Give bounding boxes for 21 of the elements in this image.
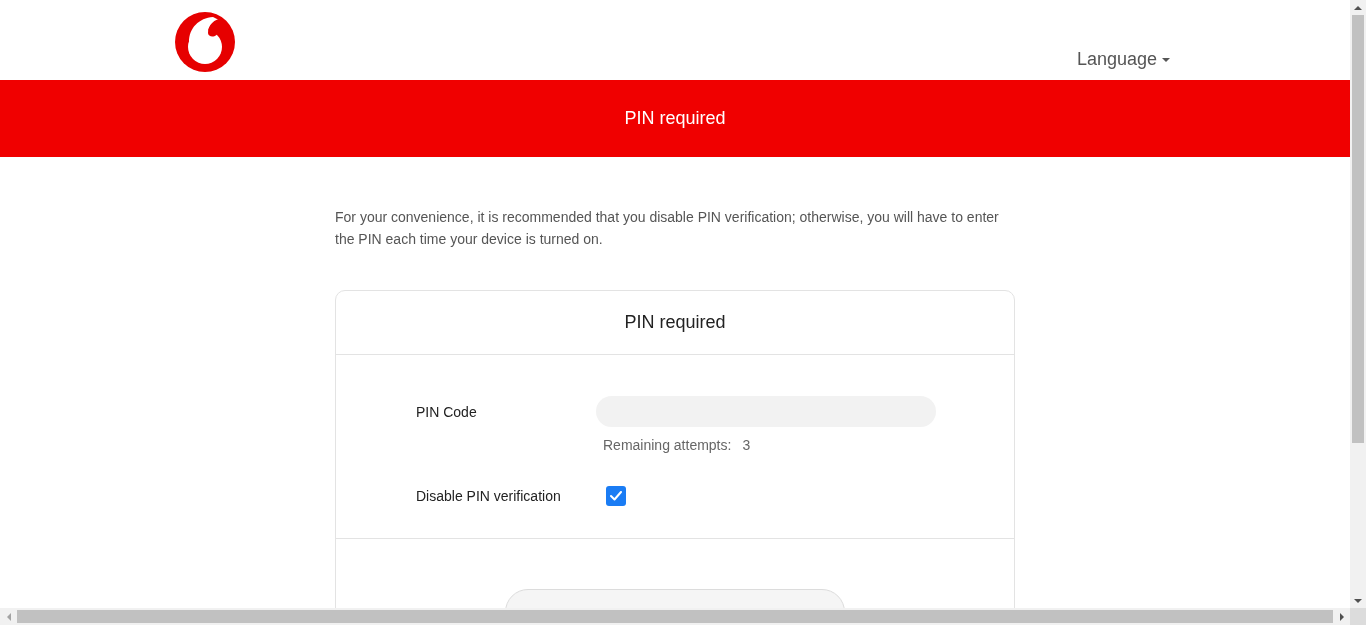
horizontal-scrollbar-thumb[interactable] xyxy=(17,610,1333,623)
scroll-left-icon[interactable] xyxy=(6,612,11,621)
field-label: PIN Code xyxy=(416,403,478,420)
scrollbar-corner xyxy=(1350,608,1366,625)
scroll-right-icon[interactable] xyxy=(1339,612,1344,621)
checkbox[interactable] xyxy=(606,486,626,506)
scroll-down-icon[interactable] xyxy=(1354,598,1362,603)
vertical-scrollbar[interactable] xyxy=(1350,0,1366,608)
scroll-up-icon[interactable] xyxy=(1354,5,1362,10)
card-title: PIN required xyxy=(624,312,726,333)
language-menu[interactable]: Language xyxy=(1076,49,1170,70)
intro-text: For your convenience, it is recommended that you disable PIN verification; otherwise, you will have to enter the PIN each time your device is turned on. xyxy=(335,208,1000,249)
remaining-attempts-count: 3 xyxy=(742,436,751,454)
checkmark-icon xyxy=(610,491,622,501)
horizontal-scrollbar[interactable] xyxy=(0,608,1350,625)
remaining-attempts-label: Remaining attempts: xyxy=(603,436,732,454)
banner-title: PIN required xyxy=(624,108,726,129)
vertical-scrollbar-thumb[interactable] xyxy=(1352,15,1364,443)
logo-icon xyxy=(175,12,235,72)
checkbox-label: Disable PIN verification xyxy=(416,488,562,504)
caret-icon xyxy=(1162,57,1170,62)
